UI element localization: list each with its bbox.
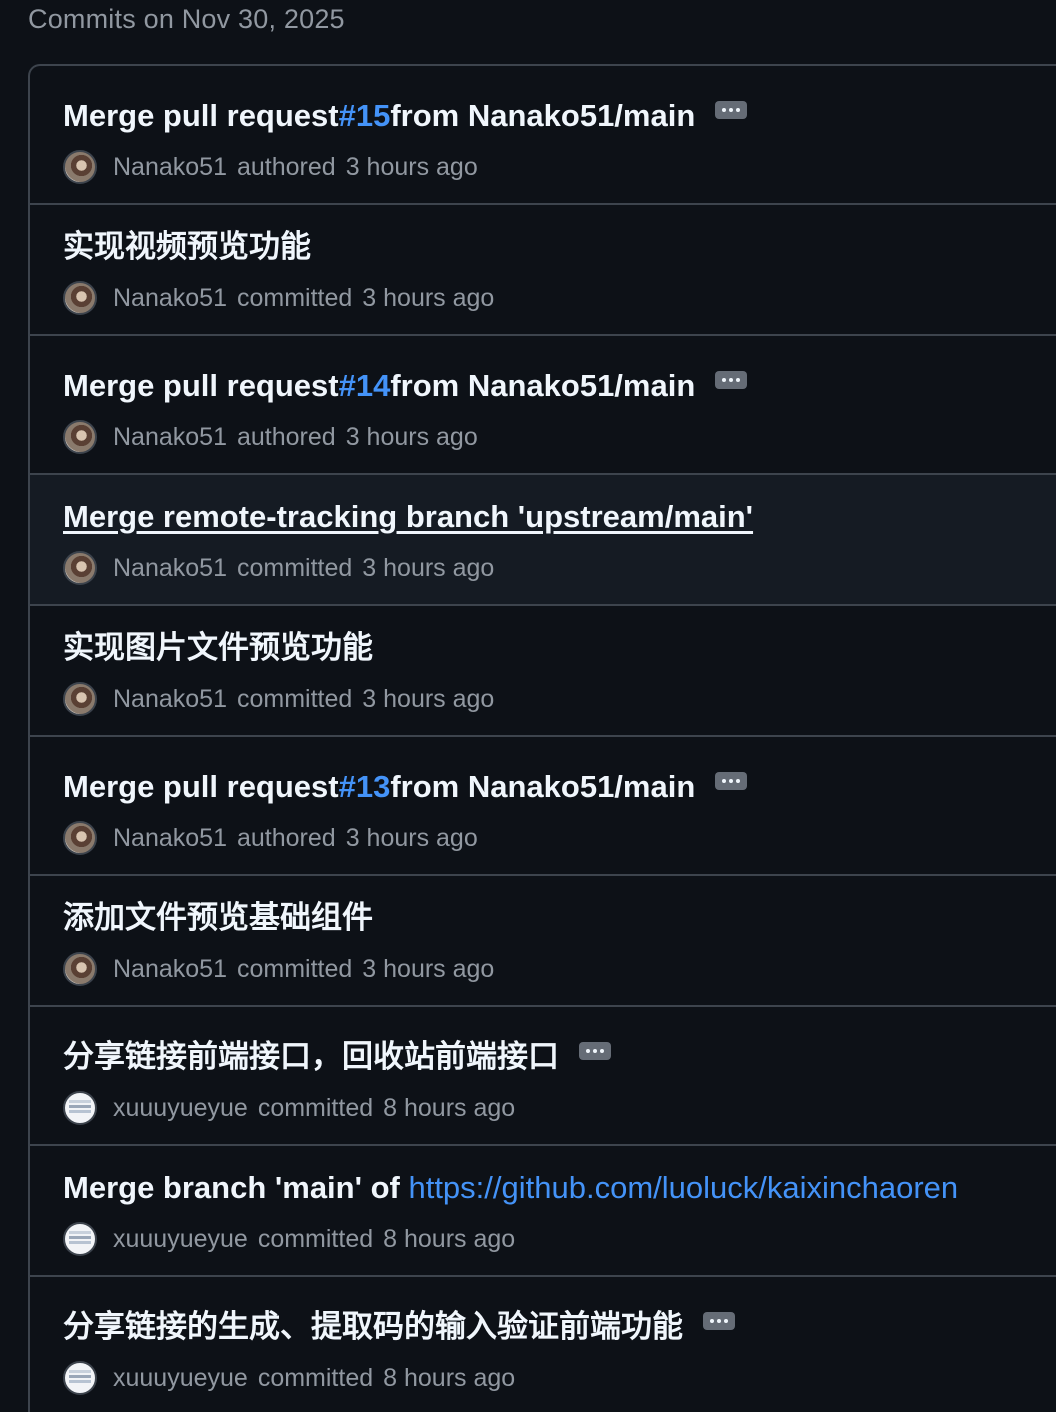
- commit-title[interactable]: 分享链接前端接口，回收站前端接口: [63, 1037, 611, 1077]
- commit-time: 8 hours ago: [383, 1224, 516, 1253]
- author-link[interactable]: xuuuyueyue: [113, 1094, 248, 1123]
- nanako-avatar[interactable]: [63, 551, 97, 585]
- author-link[interactable]: xuuuyueyue: [113, 1364, 248, 1393]
- author-link[interactable]: Nanako51: [113, 284, 227, 313]
- commit-time: 3 hours ago: [362, 283, 495, 312]
- author-link[interactable]: Nanako51: [113, 685, 227, 714]
- commit-time: 3 hours ago: [345, 422, 478, 451]
- show-description-button[interactable]: [579, 1042, 611, 1060]
- repo-url-link[interactable]: https://github.com/luoluck/kaixinchaoren: [408, 1168, 958, 1208]
- commit-title[interactable]: Merge remote-tracking branch 'upstream/m…: [63, 497, 753, 537]
- commit-time: 8 hours ago: [383, 1363, 516, 1392]
- pr-link[interactable]: #15: [339, 96, 391, 136]
- author-link[interactable]: Nanako51: [113, 554, 227, 583]
- commit-meta: xuuuyueyue committed 8 hours ago: [63, 1222, 515, 1256]
- commit-time: 3 hours ago: [345, 823, 478, 852]
- commit-message[interactable]: Merge pull request: [63, 96, 339, 136]
- xuuuyueyue-avatar[interactable]: [63, 1222, 97, 1256]
- commit-message-suffix[interactable]: from Nanako51/main: [390, 96, 695, 136]
- commit-row: Merge branch 'main' of https://github.co…: [30, 1146, 1056, 1277]
- commit-verb: authored: [236, 422, 336, 451]
- author-link[interactable]: xuuuyueyue: [113, 1225, 248, 1254]
- commit-row: 分享链接前端接口，回收站前端接口 xuuuyueyue committed 8 …: [30, 1007, 1056, 1146]
- commit-title[interactable]: Merge pull request #13 from Nanako51/mai…: [63, 767, 748, 807]
- commit-message-suffix[interactable]: from Nanako51/main: [390, 767, 695, 807]
- author-link[interactable]: Nanako51: [113, 153, 227, 182]
- commit-title[interactable]: 添加文件预览基础组件: [63, 898, 373, 938]
- nanako-avatar[interactable]: [63, 150, 97, 184]
- commit-time: 3 hours ago: [362, 684, 495, 713]
- commit-row: 分享链接的生成、提取码的输入验证前端功能 xuuuyueyue committe…: [30, 1277, 1056, 1412]
- commit-row: 添加文件预览基础组件 Nanako51 committed 3 hours ag…: [30, 876, 1056, 1007]
- commit-verb: committed: [257, 1363, 374, 1392]
- commit-verb: authored: [236, 823, 336, 852]
- commit-row: 实现图片文件预览功能 Nanako51 committed 3 hours ag…: [30, 606, 1056, 737]
- commit-verb: committed: [236, 684, 353, 713]
- nanako-avatar[interactable]: [63, 420, 97, 454]
- nanako-avatar[interactable]: [63, 821, 97, 855]
- commit-row: Merge pull request #15 from Nanako51/mai…: [30, 66, 1056, 205]
- commit-title[interactable]: 分享链接的生成、提取码的输入验证前端功能: [63, 1307, 735, 1347]
- commit-verb: committed: [236, 283, 353, 312]
- commit-meta: Nanako51 committed 3 hours ago: [63, 551, 494, 585]
- commit-list: Merge pull request #15 from Nanako51/mai…: [28, 64, 1056, 1412]
- xuuuyueyue-avatar[interactable]: [63, 1091, 97, 1125]
- commit-meta: Nanako51 authored 3 hours ago: [63, 821, 478, 855]
- commit-verb: committed: [257, 1224, 374, 1253]
- commit-meta: xuuuyueyue committed 8 hours ago: [63, 1361, 515, 1395]
- show-description-button[interactable]: [703, 1312, 735, 1330]
- commit-meta: Nanako51 committed 3 hours ago: [63, 952, 494, 986]
- commit-title[interactable]: Merge branch 'main' of https://github.co…: [63, 1168, 958, 1208]
- pr-link[interactable]: #14: [339, 366, 391, 406]
- commit-message[interactable]: 分享链接前端接口，回收站前端接口: [63, 1037, 559, 1077]
- commit-message[interactable]: 分享链接的生成、提取码的输入验证前端功能: [63, 1307, 683, 1347]
- show-description-button[interactable]: [715, 101, 748, 119]
- commit-group-header: Commits on Nov 30, 2025: [28, 4, 345, 34]
- commit-row: 实现视频预览功能 Nanako51 committed 3 hours ago: [30, 205, 1056, 336]
- commit-message[interactable]: Merge branch 'main' of: [63, 1168, 408, 1208]
- commit-verb: committed: [236, 553, 353, 582]
- commit-verb: committed: [236, 954, 353, 983]
- commit-message[interactable]: Merge pull request: [63, 366, 339, 406]
- commit-meta: Nanako51 authored 3 hours ago: [63, 420, 478, 454]
- commit-title[interactable]: Merge pull request #15 from Nanako51/mai…: [63, 96, 748, 136]
- commit-message-suffix[interactable]: from Nanako51/main: [390, 366, 695, 406]
- commit-message[interactable]: 实现图片文件预览功能: [63, 628, 373, 668]
- commit-verb: authored: [236, 152, 336, 181]
- commit-time: 8 hours ago: [383, 1093, 516, 1122]
- nanako-avatar[interactable]: [63, 281, 97, 315]
- commit-meta: Nanako51 committed 3 hours ago: [63, 682, 494, 716]
- author-link[interactable]: Nanako51: [113, 955, 227, 984]
- commit-title[interactable]: Merge pull request #14 from Nanako51/mai…: [63, 366, 748, 406]
- commit-message[interactable]: 实现视频预览功能: [63, 227, 311, 267]
- commit-time: 3 hours ago: [362, 553, 495, 582]
- commit-time: 3 hours ago: [362, 954, 495, 983]
- commit-verb: committed: [257, 1093, 374, 1122]
- commit-row: Merge pull request #14 from Nanako51/mai…: [30, 336, 1056, 475]
- author-link[interactable]: Nanako51: [113, 423, 227, 452]
- commit-title[interactable]: 实现视频预览功能: [63, 227, 311, 267]
- commit-title[interactable]: 实现图片文件预览功能: [63, 628, 373, 668]
- nanako-avatar[interactable]: [63, 952, 97, 986]
- nanako-avatar[interactable]: [63, 682, 97, 716]
- commit-row: Merge remote-tracking branch 'upstream/m…: [30, 475, 1056, 606]
- commit-time: 3 hours ago: [345, 152, 478, 181]
- show-description-button[interactable]: [715, 371, 748, 389]
- author-link[interactable]: Nanako51: [113, 824, 227, 853]
- commit-meta: xuuuyueyue committed 8 hours ago: [63, 1091, 515, 1125]
- commit-message[interactable]: 添加文件预览基础组件: [63, 898, 373, 938]
- xuuuyueyue-avatar[interactable]: [63, 1361, 97, 1395]
- pr-link[interactable]: #13: [339, 767, 391, 807]
- commit-row: Merge pull request #13 from Nanako51/mai…: [30, 737, 1056, 876]
- commit-message[interactable]: Merge remote-tracking branch 'upstream/m…: [63, 497, 753, 537]
- commit-meta: Nanako51 authored 3 hours ago: [63, 150, 478, 184]
- commit-meta: Nanako51 committed 3 hours ago: [63, 281, 494, 315]
- show-description-button[interactable]: [715, 772, 748, 790]
- commit-message[interactable]: Merge pull request: [63, 767, 339, 807]
